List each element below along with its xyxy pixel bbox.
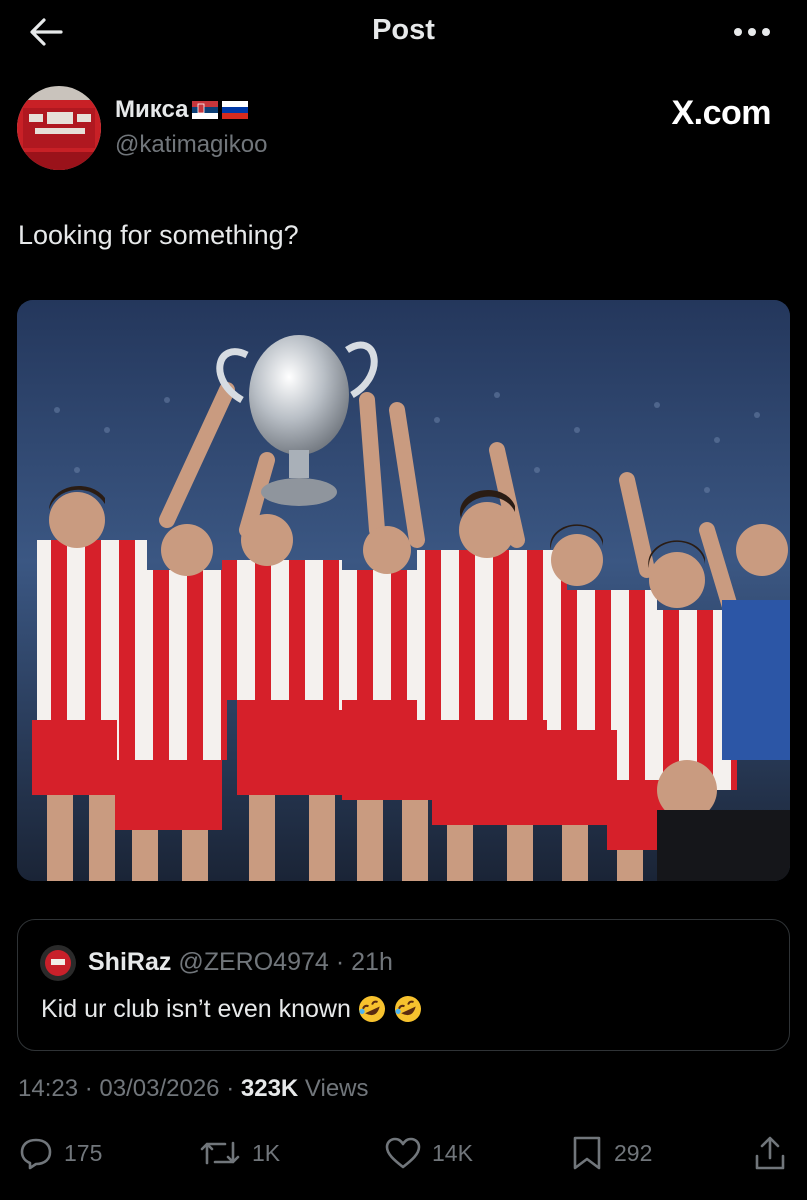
quoted-text-row: Kid ur club isn’t even known	[41, 994, 423, 1024]
meta-separator: ·	[226, 1075, 235, 1102]
quoted-handle: @ZERO4974	[178, 948, 329, 976]
quoted-time: 21h	[351, 948, 393, 976]
views-label: Views	[304, 1075, 369, 1102]
page-title: Post	[372, 14, 435, 46]
bookmark-icon	[573, 1136, 601, 1170]
repost-icon	[200, 1141, 240, 1165]
author-handle[interactable]: @katimagikoo	[115, 131, 267, 159]
bookmark-button[interactable]: 292	[570, 1128, 652, 1178]
serbia-flag-icon	[192, 101, 219, 119]
post-text: Looking for something?	[18, 220, 299, 250]
arrow-left-icon	[30, 18, 63, 46]
post-date: 03/03/2026	[99, 1075, 220, 1102]
reply-icon	[20, 1138, 52, 1170]
russia-flag-icon	[222, 101, 249, 119]
rofl-emoji-icon	[358, 996, 385, 1022]
more-horizontal-icon	[734, 28, 770, 36]
repost-count: 1K	[252, 1139, 281, 1166]
heart-icon	[385, 1137, 421, 1169]
share-icon	[755, 1136, 785, 1170]
views-count: 323K	[240, 1075, 299, 1102]
quoted-display-name: ShiRaz	[88, 948, 172, 976]
avatar[interactable]	[17, 86, 101, 170]
post-meta: 14:23 · 03/03/2026 · 323K Views	[18, 1075, 369, 1103]
more-button[interactable]	[727, 14, 777, 50]
watermark-logo: X.com	[671, 94, 771, 132]
post-time: 14:23	[18, 1075, 79, 1102]
meta-separator: ·	[84, 1075, 93, 1102]
like-count: 14K	[432, 1139, 473, 1166]
share-button[interactable]	[752, 1128, 788, 1178]
bookmark-count: 292	[614, 1139, 653, 1166]
repost-button[interactable]: 1K	[198, 1128, 280, 1178]
quoted-avatar	[40, 945, 76, 981]
post-image[interactable]	[17, 300, 790, 881]
quoted-separator: ·	[335, 948, 345, 976]
quoted-header: ShiRaz @ZERO4974 · 21h	[88, 948, 393, 977]
back-button[interactable]	[22, 12, 70, 52]
rofl-emoji-icon	[394, 996, 421, 1022]
quoted-text: Kid ur club isn’t even known	[41, 994, 351, 1023]
top-bar: Post	[0, 0, 807, 64]
author-display-name[interactable]: Микса	[115, 96, 249, 124]
display-name-text: Микса	[115, 96, 189, 123]
quoted-post[interactable]: ShiRaz @ZERO4974 · 21h Kid ur club isn’t…	[17, 919, 790, 1051]
reply-count: 175	[64, 1139, 103, 1166]
action-bar: 175 1K 14K 292	[0, 1128, 807, 1178]
like-button[interactable]: 14K	[384, 1128, 473, 1178]
reply-button[interactable]: 175	[18, 1128, 102, 1178]
